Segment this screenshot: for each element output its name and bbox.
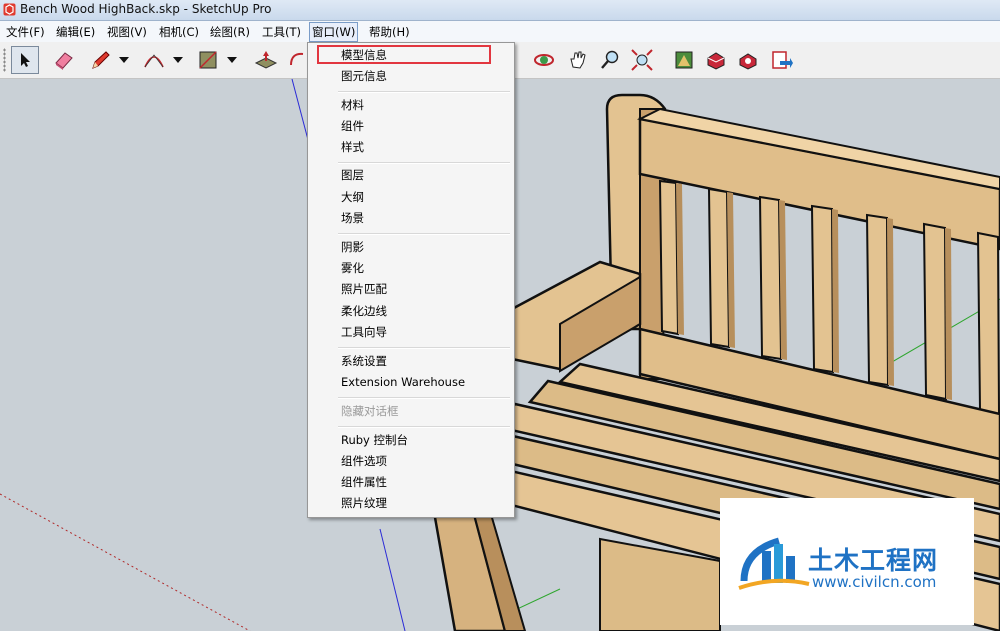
title-bar: Bench Wood HighBack.skp - SketchUp Pro: [0, 0, 1000, 21]
pan-tool-button[interactable]: [564, 46, 592, 74]
menu-separator: [338, 426, 510, 428]
menu-item-materials[interactable]: 材料: [341, 96, 364, 114]
menu-separator: [338, 162, 510, 164]
select-tool-button[interactable]: [11, 46, 39, 74]
send-to-layout-icon: [772, 51, 793, 69]
menu-draw[interactable]: 绘图(R): [208, 24, 252, 40]
send-to-layout-button[interactable]: [768, 46, 796, 74]
push-pull-tool-button[interactable]: [252, 46, 280, 74]
menu-item-match-photo[interactable]: 照片匹配: [341, 280, 387, 298]
share-component-button[interactable]: [702, 46, 730, 74]
menu-help[interactable]: 帮助(H): [367, 24, 412, 40]
watermark-url: www.civilcn.com: [812, 573, 937, 591]
menu-separator: [338, 233, 510, 235]
3d-warehouse-button[interactable]: [670, 46, 698, 74]
pencil-icon: [92, 51, 110, 69]
orbit-icon: [534, 54, 554, 66]
chevron-down-icon[interactable]: [172, 54, 184, 66]
menu-view[interactable]: 视图(V): [105, 24, 149, 40]
arc-icon: [144, 54, 164, 68]
eraser-tool-button[interactable]: [50, 46, 78, 74]
menu-item-styles[interactable]: 样式: [341, 138, 364, 156]
menu-separator: [338, 397, 510, 399]
pencil-tool-button[interactable]: [86, 46, 114, 74]
menu-edit[interactable]: 编辑(E): [54, 24, 97, 40]
chevron-down-icon[interactable]: [118, 54, 130, 66]
highlight-annotation-box: [317, 45, 491, 64]
watermark: 土木工程网 www.civilcn.com: [720, 498, 974, 625]
zoom-tool-button[interactable]: [596, 46, 624, 74]
toolbar-grip[interactable]: [3, 48, 6, 72]
menu-item-scenes[interactable]: 场景: [341, 209, 364, 227]
menu-item-fog[interactable]: 雾化: [341, 259, 364, 277]
watermark-brand: 土木工程网: [808, 546, 939, 575]
eraser-icon: [55, 52, 73, 70]
orbit-icon: [290, 52, 304, 66]
zoom-icon: [601, 50, 619, 69]
menu-item-instructor[interactable]: 工具向导: [341, 323, 387, 341]
menu-item-shadows[interactable]: 阴影: [341, 238, 364, 256]
menu-bar: 文件(F) 编辑(E) 视图(V) 相机(C) 绘图(R) 工具(T) 窗口(W…: [0, 21, 1000, 43]
civilcn-logo-icon: [738, 537, 810, 590]
3d-warehouse-icon: [675, 51, 693, 69]
red-axis-dashed: [0, 493, 251, 631]
menu-item-component-attributes[interactable]: 组件属性: [341, 473, 387, 491]
menu-item-ruby-console[interactable]: Ruby 控制台: [341, 431, 408, 449]
menu-item-component-options[interactable]: 组件选项: [341, 452, 387, 470]
menu-item-hide-dialogs: 隐藏对话框: [341, 404, 399, 418]
menu-window[interactable]: 窗口(W): [309, 22, 359, 42]
menu-item-components[interactable]: 组件: [341, 117, 364, 135]
blue-axis-line: [379, 528, 406, 631]
menu-separator: [338, 347, 510, 349]
chevron-down-icon[interactable]: [226, 54, 238, 66]
get-models-icon: [739, 53, 757, 70]
zoom-extents-button[interactable]: [628, 46, 656, 74]
arc-tool-button[interactable]: [140, 46, 168, 74]
sketchup-app-icon: [3, 3, 16, 16]
menu-camera[interactable]: 相机(C): [157, 24, 201, 40]
rectangle-icon: [199, 51, 217, 69]
menu-item-soften-edges[interactable]: 柔化边线: [341, 302, 387, 320]
menu-item-preferences[interactable]: 系统设置: [341, 352, 387, 370]
push-pull-icon: [254, 51, 278, 69]
menu-separator: [338, 91, 510, 93]
window-title: Bench Wood HighBack.skp - SketchUp Pro: [20, 2, 272, 16]
orbit-view-button[interactable]: [530, 46, 558, 74]
pan-icon: [570, 51, 586, 69]
rectangle-tool-button[interactable]: [194, 46, 222, 74]
window-menu-dropdown: 模型信息 图元信息 材料 组件 样式 图层 大纲 场景 阴影 雾化 照片匹配 柔…: [307, 42, 515, 518]
select-icon: [21, 53, 30, 67]
menu-item-entity-info[interactable]: 图元信息: [341, 67, 387, 85]
menu-tools[interactable]: 工具(T): [260, 24, 303, 40]
menu-item-extension-warehouse[interactable]: Extension Warehouse: [341, 373, 465, 391]
menu-file[interactable]: 文件(F): [4, 24, 47, 40]
get-models-button[interactable]: [734, 46, 762, 74]
share-component-icon: [707, 52, 725, 70]
zoom-extents-icon: [631, 49, 653, 71]
menu-item-layers[interactable]: 图层: [341, 166, 364, 184]
menu-item-photo-textures[interactable]: 照片纹理: [341, 494, 387, 512]
menu-item-outliner[interactable]: 大纲: [341, 188, 364, 206]
